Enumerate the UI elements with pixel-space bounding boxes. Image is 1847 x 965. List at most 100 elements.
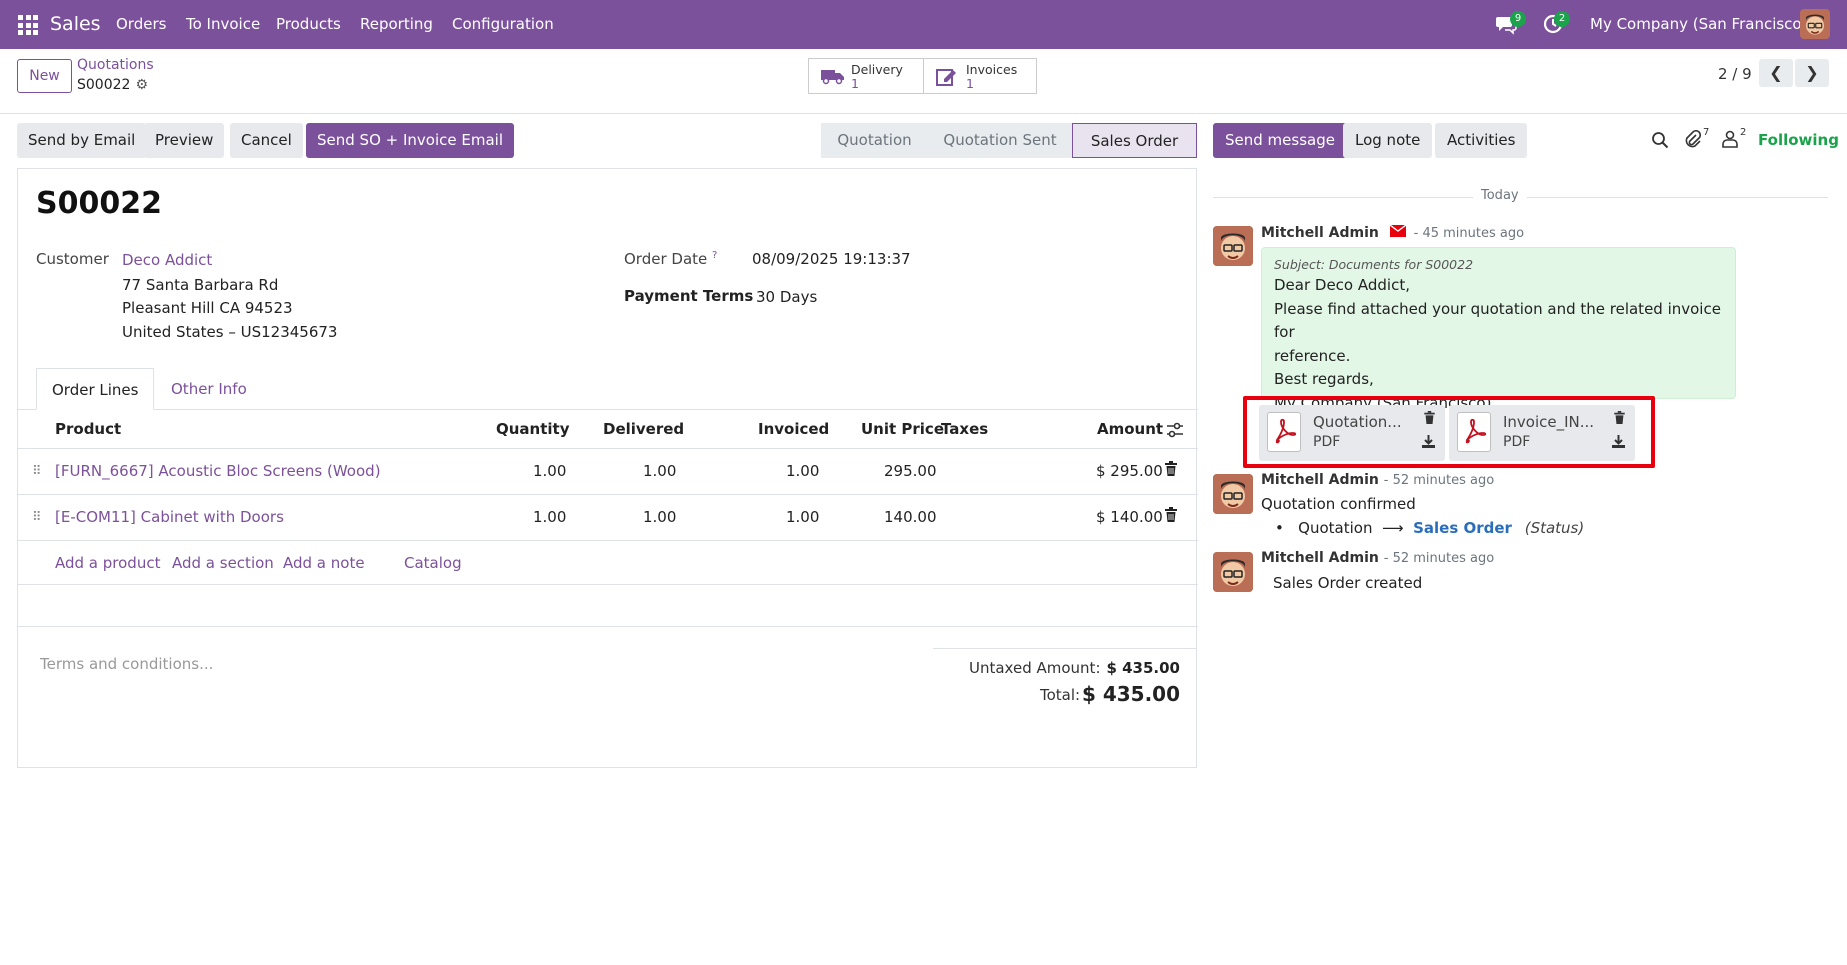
message-line: Best regards, [1274, 370, 1374, 388]
following-button[interactable]: Following [1758, 131, 1839, 149]
add-section-link[interactable]: Add a section [172, 554, 274, 572]
date-separator-label: Today [1473, 188, 1527, 203]
gear-icon[interactable]: ⚙ [135, 77, 148, 93]
message-body: Subject: Documents for S00022 Dear Deco … [1261, 247, 1736, 412]
untaxed-label: Untaxed Amount: [969, 659, 1101, 677]
col-invoiced[interactable]: Invoiced [758, 420, 829, 438]
menu-to-invoice[interactable]: To Invoice [186, 15, 260, 33]
avatar[interactable] [1213, 226, 1253, 266]
message-author[interactable]: Mitchell Admin [1261, 225, 1379, 241]
message-line: reference. [1274, 346, 1351, 365]
user-avatar[interactable] [1800, 9, 1830, 39]
terms-input[interactable]: Terms and conditions... [40, 655, 213, 673]
pencil-square-icon [936, 69, 956, 86]
app-name[interactable]: Sales [50, 13, 101, 35]
add-product-link[interactable]: Add a product [55, 554, 160, 572]
status-bar: Quotation Quotation Sent Sales Order [821, 123, 1197, 158]
message-subject: Subject: Documents for S00022 [1274, 257, 1474, 272]
menu-reporting[interactable]: Reporting [360, 15, 433, 33]
delivery-smart-button[interactable]: Delivery 1 [808, 58, 924, 94]
company-switcher[interactable]: My Company (San Francisco) [1590, 15, 1807, 33]
col-unit-price[interactable]: Unit Price [861, 420, 944, 438]
message-text: Quotation confirmed [1261, 495, 1416, 513]
line-invoiced: 1.00 [786, 462, 820, 480]
tab-other-info[interactable]: Other Info [156, 368, 262, 410]
line-amount: $ 295.00 [1096, 462, 1163, 480]
tracking-old-value: Quotation [1298, 519, 1373, 537]
status-sales-order[interactable]: Sales Order [1072, 123, 1197, 158]
message-time: - 52 minutes ago [1383, 551, 1495, 566]
menu-configuration[interactable]: Configuration [452, 15, 554, 33]
followers-icon[interactable] [1722, 130, 1738, 152]
avatar[interactable] [1213, 474, 1253, 514]
cancel-button[interactable]: Cancel [230, 123, 303, 158]
send-by-email-button[interactable]: Send by Email [17, 123, 147, 158]
preview-button[interactable]: Preview [144, 123, 225, 158]
pager-previous-button[interactable]: ❮ [1759, 59, 1793, 87]
status-quotation[interactable]: Quotation [821, 123, 928, 158]
table-row[interactable]: ⠿ [FURN_6667] Acoustic Bloc Screens (Woo… [18, 449, 1198, 495]
invoices-smart-button[interactable]: Invoices 1 [923, 58, 1037, 94]
menu-products[interactable]: Products [276, 15, 341, 33]
breadcrumb-current: S00022 ⚙ [77, 77, 148, 93]
pager-value[interactable]: 2 / 9 [1718, 65, 1752, 83]
payment-terms-label: Payment Terms [624, 287, 754, 305]
followers-count: 2 [1740, 127, 1747, 138]
menu-orders[interactable]: Orders [116, 15, 166, 33]
catalog-link[interactable]: Catalog [404, 554, 462, 572]
order-date-label-text: Order Date [624, 250, 708, 268]
send-so-invoice-email-button[interactable]: Send SO + Invoice Email [306, 123, 514, 158]
new-button[interactable]: New [17, 59, 72, 93]
total-label: Total: [1040, 686, 1081, 704]
tab-order-lines[interactable]: Order Lines [36, 368, 155, 410]
send-message-button[interactable]: Send message [1213, 123, 1347, 158]
invoices-count: 1 [966, 76, 974, 91]
activities-button[interactable]: Activities [1435, 123, 1528, 158]
col-product[interactable]: Product [55, 420, 121, 438]
message-time: - 52 minutes ago [1383, 473, 1495, 488]
totals-block: Untaxed Amount: $ 435.00 Total: $ 435.00 [933, 648, 1196, 706]
arrow-right-icon: ⟶ [1377, 519, 1409, 537]
top-navbar: Sales Orders To Invoice Products Reporti… [0, 0, 1847, 49]
status-quotation-sent[interactable]: Quotation Sent [928, 123, 1072, 158]
breadcrumb-quotations[interactable]: Quotations [77, 57, 154, 73]
attachments-count: 7 [1703, 127, 1710, 138]
app-switcher-icon[interactable] [18, 15, 38, 35]
col-amount[interactable]: Amount [1097, 420, 1163, 438]
trash-icon[interactable] [1165, 461, 1177, 480]
message-author[interactable]: Mitchell Admin [1261, 550, 1379, 566]
message-author[interactable]: Mitchell Admin [1261, 472, 1379, 488]
line-product[interactable]: [FURN_6667] Acoustic Bloc Screens (Wood) [55, 462, 381, 480]
table-row[interactable]: ⠿ [E-COM11] Cabinet with Doors 1.00 1.00… [18, 495, 1198, 541]
add-note-link[interactable]: Add a note [283, 554, 365, 572]
messages-count-badge: 9 [1510, 11, 1526, 27]
col-taxes[interactable]: Taxes [941, 420, 988, 438]
column-settings-icon[interactable] [1166, 422, 1184, 442]
tracking-change: • Quotation ⟶ Sales Order (Status) [1275, 519, 1584, 537]
payment-terms-value[interactable]: 30 Days [756, 288, 817, 306]
col-quantity[interactable]: Quantity [496, 420, 570, 438]
trash-icon[interactable] [1165, 507, 1177, 526]
col-delivered[interactable]: Delivered [603, 420, 684, 438]
line-delivered: 1.00 [643, 462, 677, 480]
message-header: Mitchell Admin - 52 minutes ago [1261, 472, 1494, 488]
line-invoiced: 1.00 [786, 508, 820, 526]
log-note-button[interactable]: Log note [1343, 123, 1433, 158]
message-line: Dear Deco Addict, [1274, 276, 1410, 294]
line-quantity: 1.00 [533, 508, 567, 526]
order-lines-header: Product Quantity Delivered Invoiced Unit… [18, 410, 1198, 449]
order-date-value[interactable]: 08/09/2025 19:13:37 [752, 250, 911, 268]
customer-link[interactable]: Deco Addict [122, 251, 212, 269]
line-product[interactable]: [E-COM11] Cabinet with Doors [55, 508, 284, 526]
line-quantity: 1.00 [533, 462, 567, 480]
pager-next-button[interactable]: ❯ [1795, 59, 1829, 87]
message-time: - 45 minutes ago [1413, 226, 1525, 241]
paperclip-icon[interactable] [1685, 129, 1702, 154]
truck-icon [821, 70, 844, 85]
drag-handle-icon[interactable]: ⠿ [32, 510, 42, 525]
drag-handle-icon[interactable]: ⠿ [32, 464, 42, 479]
help-icon[interactable]: ? [712, 250, 717, 261]
avatar[interactable] [1213, 552, 1253, 592]
customer-address-line2: Pleasant Hill CA 94523 [122, 299, 293, 317]
search-icon[interactable] [1651, 131, 1669, 153]
